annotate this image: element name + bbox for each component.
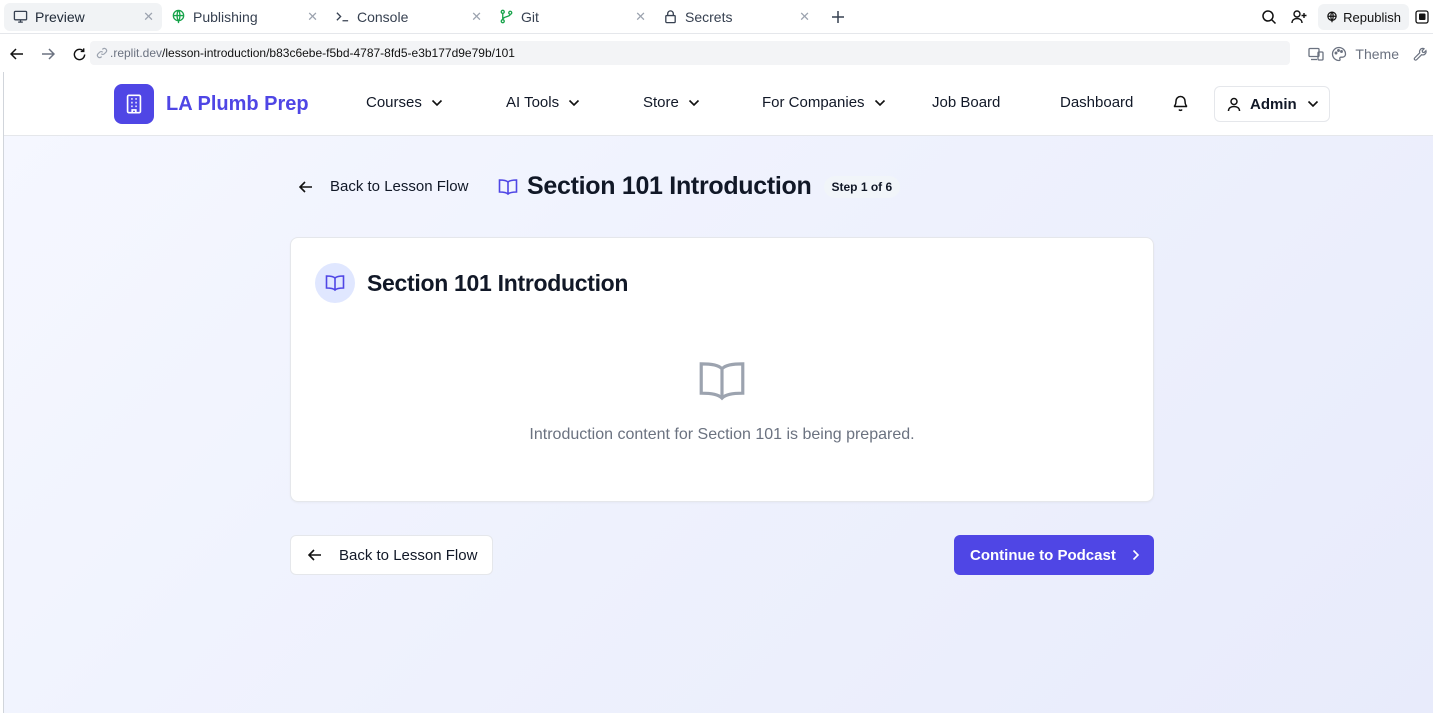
nav-store[interactable]: Store <box>643 94 700 111</box>
nav-dashboard[interactable]: Dashboard <box>1060 94 1133 111</box>
tab-console[interactable]: Console ✕ <box>326 3 490 31</box>
user-icon <box>1227 97 1241 112</box>
nav-label: Dashboard <box>1060 94 1134 111</box>
globe-icon <box>170 9 186 25</box>
plus-icon <box>832 10 844 23</box>
search-button[interactable] <box>1254 3 1284 31</box>
link-icon <box>96 47 108 59</box>
forward-button[interactable] <box>34 40 62 68</box>
palette-icon <box>1332 46 1347 62</box>
nav-ai-tools[interactable]: AI Tools <box>506 94 580 111</box>
devtools-button[interactable] <box>1407 47 1433 62</box>
add-user-icon <box>1290 10 1307 24</box>
continue-label: Continue to Podcast <box>970 546 1116 564</box>
back-label: Back to Lesson Flow <box>330 178 469 195</box>
chevron-down-icon <box>431 99 443 107</box>
book-open-icon <box>498 178 518 196</box>
git-branch-icon <box>498 9 514 25</box>
back-to-lesson-flow-link[interactable]: Back to Lesson Flow <box>299 178 468 195</box>
search-icon <box>1262 10 1277 25</box>
url-bar-right: Theme <box>1303 40 1433 68</box>
user-menu-button[interactable]: Admin <box>1214 86 1330 122</box>
nav-label: For Companies <box>762 94 865 111</box>
arrow-left-icon <box>308 549 322 561</box>
tab-preview[interactable]: Preview ✕ <box>4 2 162 31</box>
url-host: .replit.dev <box>110 46 163 60</box>
bell-icon <box>1173 95 1188 112</box>
card-title: Section 101 Introduction <box>367 269 629 296</box>
wrench-icon <box>1413 47 1427 61</box>
new-tab-button[interactable] <box>828 7 848 27</box>
nav-label: Job Board <box>932 94 1001 111</box>
nav-for-companies[interactable]: For Companies <box>762 94 886 111</box>
nav-label: Courses <box>366 94 422 111</box>
reload-button[interactable] <box>65 40 93 68</box>
back-to-lesson-flow-button[interactable]: Back to Lesson Flow <box>290 535 493 575</box>
chevron-right-icon <box>1132 549 1140 561</box>
arrow-left-icon <box>10 48 23 60</box>
book-open-icon <box>697 359 747 408</box>
ide-toolbar-right: Republish <box>1254 3 1433 31</box>
intro-card: Section 101 Introduction Introduction co… <box>290 237 1154 502</box>
nav-label: Store <box>643 94 679 111</box>
nav-courses[interactable]: Courses <box>366 94 443 111</box>
nav-job-board[interactable]: Job Board <box>932 94 1000 111</box>
page-title: Section 101 Introduction <box>527 172 812 200</box>
tab-label: Git <box>521 8 539 25</box>
devices-button[interactable] <box>1303 47 1329 61</box>
back-button[interactable] <box>3 40 31 68</box>
lock-icon <box>662 9 678 25</box>
terminal-icon <box>334 9 350 25</box>
tab-publishing[interactable]: Publishing ✕ <box>162 3 326 31</box>
globe-icon <box>1326 11 1338 23</box>
panel-icon <box>1415 10 1429 24</box>
reload-icon <box>73 47 85 60</box>
nav-label: AI Tools <box>506 94 560 111</box>
close-icon[interactable]: ✕ <box>799 9 810 25</box>
brand-logo[interactable]: LA Plumb Prep <box>114 84 309 124</box>
close-icon[interactable]: ✕ <box>635 9 646 25</box>
invite-button[interactable] <box>1284 3 1314 31</box>
tab-label: Preview <box>35 8 85 25</box>
site-header: LA Plumb Prep Courses AI Tools Store For… <box>4 72 1433 136</box>
back-button-label: Back to Lesson Flow <box>339 546 478 564</box>
step-badge: Step 1 of 6 <box>823 175 901 198</box>
page-title-row: Section 101 Introduction Step 1 of 6 <box>498 172 901 201</box>
chevron-down-icon <box>688 99 700 107</box>
monitor-icon <box>12 9 28 25</box>
url-bar: .replit.dev/lesson-introduction/b83c6ebe… <box>0 36 1433 72</box>
building-icon <box>114 84 154 124</box>
brand-name: LA Plumb Prep <box>166 92 309 115</box>
chevron-down-icon <box>568 99 580 107</box>
theme-button[interactable]: Theme <box>1329 46 1407 62</box>
theme-label: Theme <box>1355 46 1399 62</box>
tab-label: Secrets <box>685 8 733 25</box>
card-header: Section 101 Introduction <box>315 263 628 303</box>
notifications-button[interactable] <box>1172 94 1189 117</box>
empty-state-message: Introduction content for Section 101 is … <box>529 426 915 443</box>
tab-git[interactable]: Git ✕ <box>490 3 654 31</box>
user-label: Admin <box>1250 95 1297 113</box>
devices-icon <box>1308 47 1325 61</box>
tab-secrets[interactable]: Secrets ✕ <box>654 3 818 31</box>
toggle-panel-button[interactable] <box>1411 4 1433 30</box>
close-icon[interactable]: ✕ <box>471 9 482 25</box>
continue-to-podcast-button[interactable]: Continue to Podcast <box>954 535 1154 575</box>
arrow-left-icon <box>299 180 313 193</box>
url-input[interactable]: .replit.dev/lesson-introduction/b83c6ebe… <box>90 41 1290 65</box>
chevron-down-icon <box>874 99 886 107</box>
chevron-down-icon <box>1307 100 1319 108</box>
tab-label: Console <box>357 8 409 25</box>
ide-tab-bar: Preview ✕ Publishing ✕ Console ✕ Git ✕ S… <box>0 0 1433 34</box>
book-open-icon <box>315 263 355 303</box>
url-path: /lesson-introduction/b83c6ebe-f5bd-4787-… <box>162 46 515 60</box>
republish-button[interactable]: Republish <box>1318 4 1409 30</box>
close-icon[interactable]: ✕ <box>307 9 318 25</box>
arrow-right-icon <box>42 48 55 60</box>
close-icon[interactable]: ✕ <box>143 9 154 25</box>
tab-label: Publishing <box>193 8 258 25</box>
republish-label: Republish <box>1343 9 1401 25</box>
